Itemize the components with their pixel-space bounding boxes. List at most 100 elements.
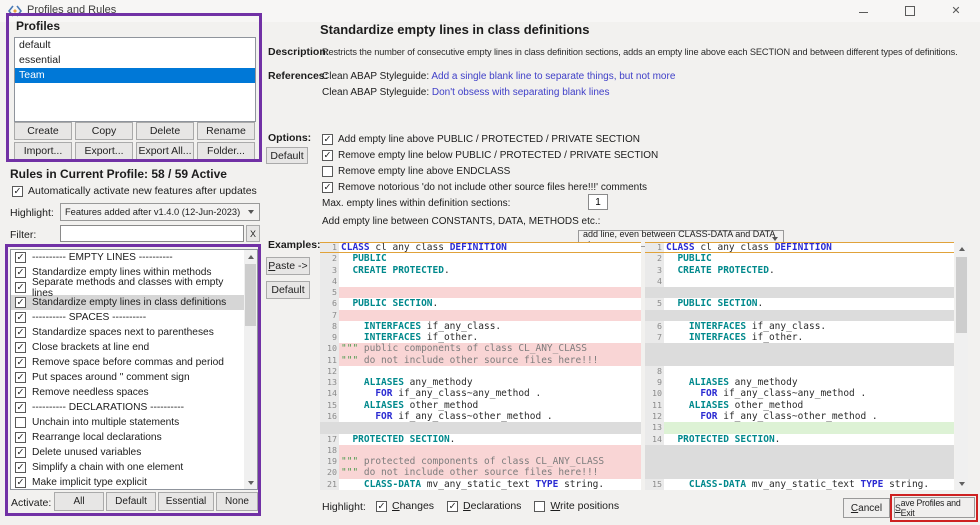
- profiles-folder-button[interactable]: Folder...: [197, 142, 255, 160]
- rule-item[interactable]: ✓Standardize empty lines in class defini…: [11, 295, 244, 310]
- line-number: 18: [320, 445, 339, 456]
- line-number: 7: [645, 332, 664, 343]
- profile-item[interactable]: Team: [15, 68, 255, 83]
- filter-input[interactable]: [60, 225, 244, 242]
- save-profiles-button[interactable]: Save Profiles and Exit: [894, 497, 975, 518]
- code-line: [645, 310, 954, 321]
- option-checkbox[interactable]: ✓Remove empty line below PUBLIC / PROTEC…: [322, 147, 658, 163]
- code-scrollbar[interactable]: [955, 242, 968, 490]
- option-checkbox[interactable]: Remove empty line above ENDCLASS: [322, 163, 658, 179]
- checkbox-icon: ✓: [15, 282, 26, 293]
- highlight-dropdown-label: Highlight:: [10, 207, 54, 219]
- scroll-up-icon[interactable]: [244, 250, 257, 263]
- rules-list[interactable]: ✓---------- EMPTY LINES ---------- ✓Stand…: [10, 249, 258, 490]
- code-line: 18: [320, 445, 641, 456]
- profiles-rename-button[interactable]: Rename: [197, 122, 255, 140]
- rule-item[interactable]: Unchain into multiple statements: [11, 415, 244, 430]
- code-text: INTERFACES if_other.: [339, 332, 641, 343]
- rule-item[interactable]: ✓---------- EMPTY LINES ----------: [11, 250, 244, 265]
- profiles-export-button[interactable]: Export...: [75, 142, 133, 160]
- footer-checkbox[interactable]: ✓Declarations: [447, 500, 521, 512]
- profiles-list[interactable]: defaultessentialTeam: [14, 37, 256, 122]
- rule-item[interactable]: ✓Delete unused variables: [11, 445, 244, 460]
- checkbox-icon: ✓: [15, 252, 26, 263]
- reference-link[interactable]: Don't obsess with separating blank lines: [432, 87, 610, 98]
- options-default-button[interactable]: Default: [266, 147, 308, 164]
- code-text: [664, 467, 954, 478]
- option-checkbox[interactable]: ✓Add empty line above PUBLIC / PROTECTED…: [322, 131, 658, 147]
- rule-item[interactable]: ✓Remove needless spaces: [11, 385, 244, 400]
- rule-item[interactable]: ✓Separate methods and classes with empty…: [11, 280, 244, 295]
- rule-item-label: Put spaces around " comment sign: [32, 372, 190, 383]
- activate-buttons: AllDefaultEssentialNone: [54, 492, 258, 511]
- rule-item[interactable]: ✓---------- DECLARATIONS ----------: [11, 400, 244, 415]
- activate-none-button[interactable]: None: [216, 492, 258, 511]
- rule-item[interactable]: ✓Close brackets at line end: [11, 340, 244, 355]
- code-line: [645, 287, 954, 298]
- scrollbar-thumb[interactable]: [245, 264, 256, 326]
- rule-item[interactable]: ✓Make implicit type explicit: [11, 475, 244, 489]
- code-text: [664, 456, 954, 467]
- filter-clear-button[interactable]: X: [246, 225, 260, 242]
- rule-item[interactable]: ✓Standardize spaces next to parentheses: [11, 325, 244, 340]
- description-text: Restricts the number of consecutive empt…: [322, 47, 977, 57]
- code-line: 13 ALIASES any_methody: [320, 377, 641, 388]
- line-number: 1: [320, 243, 339, 252]
- examples-default-button[interactable]: Default: [266, 281, 310, 299]
- checkbox-icon: ✓: [15, 477, 26, 488]
- rule-item[interactable]: ✓Put spaces around " comment sign: [11, 370, 244, 385]
- profile-item[interactable]: default: [15, 38, 255, 53]
- code-text: [339, 366, 641, 377]
- paste-button[interactable]: Paste ->: [266, 257, 310, 275]
- code-line: 9 INTERFACES if_other.: [320, 332, 641, 343]
- cancel-button[interactable]: Cancel: [843, 498, 890, 518]
- line-number: 14: [645, 434, 664, 445]
- profiles-copy-button[interactable]: Copy: [75, 122, 133, 140]
- profile-item[interactable]: essential: [15, 53, 255, 68]
- profiles-import-button[interactable]: Import...: [14, 142, 72, 160]
- code-text: ALIASES other_method: [664, 400, 954, 411]
- line-number: 3: [645, 265, 664, 276]
- code-line: 20""" do not include other source files …: [320, 467, 641, 478]
- profiles-delete-button[interactable]: Delete: [136, 122, 194, 140]
- code-text: INTERFACES if_any_class.: [664, 321, 954, 332]
- code-line: 4: [645, 276, 954, 287]
- code-example-after[interactable]: 1CLASS cl_any_class DEFINITION2 PUBLIC3 …: [645, 242, 954, 490]
- minimize-icon[interactable]: [846, 0, 880, 22]
- footer-checkbox[interactable]: Write positions: [534, 500, 619, 512]
- close-icon[interactable]: ✕: [939, 0, 973, 22]
- profiles-header: Profiles: [16, 19, 60, 33]
- rules-scrollbar[interactable]: [244, 250, 257, 489]
- code-text: [664, 445, 954, 456]
- reference-link[interactable]: Add a single blank line to separate thin…: [431, 71, 675, 82]
- code-line: 1CLASS cl_any_class DEFINITION: [645, 242, 954, 253]
- code-text: FOR if_any_class~any_method .: [664, 388, 954, 399]
- line-number: 20: [320, 467, 339, 478]
- profiles-exportall-button[interactable]: Export All...: [136, 142, 194, 160]
- rule-item[interactable]: ✓Rearrange local declarations: [11, 430, 244, 445]
- auto-activate-checkbox[interactable]: ✓ Automatically activate new features af…: [12, 185, 257, 197]
- max-empty-lines-input[interactable]: [588, 194, 608, 210]
- activate-default-button[interactable]: Default: [106, 492, 156, 511]
- code-text: [664, 343, 954, 354]
- code-text: CREATE PROTECTED.: [339, 265, 641, 276]
- activate-essential-button[interactable]: Essential: [158, 492, 214, 511]
- scroll-up-icon[interactable]: [955, 242, 968, 255]
- code-text: [664, 366, 954, 377]
- maximize-icon[interactable]: [893, 0, 927, 22]
- scroll-down-icon[interactable]: [955, 477, 968, 490]
- checkbox-icon: ✓: [15, 327, 26, 338]
- activate-all-button[interactable]: All: [54, 492, 104, 511]
- rule-item[interactable]: ✓Simplify a chain with one element: [11, 460, 244, 475]
- scroll-down-icon[interactable]: [244, 476, 257, 489]
- rule-item[interactable]: ✓---------- SPACES ----------: [11, 310, 244, 325]
- scrollbar-thumb[interactable]: [956, 257, 967, 333]
- code-example-before[interactable]: 1CLASS cl_any_class DEFINITION2 PUBLIC3 …: [320, 242, 641, 490]
- highlight-dropdown[interactable]: Features added after v1.4.0 (12-Jun-2023…: [60, 203, 260, 221]
- code-line: 12 FOR if_any_class~other_method .: [645, 411, 954, 422]
- profiles-create-button[interactable]: Create: [14, 122, 72, 140]
- line-number: [645, 343, 664, 354]
- rule-item[interactable]: ✓Remove space before commas and period: [11, 355, 244, 370]
- footer-checkbox[interactable]: ✓Changes: [376, 500, 434, 512]
- option-checkbox[interactable]: ✓Remove notorious 'do not include other …: [322, 179, 658, 195]
